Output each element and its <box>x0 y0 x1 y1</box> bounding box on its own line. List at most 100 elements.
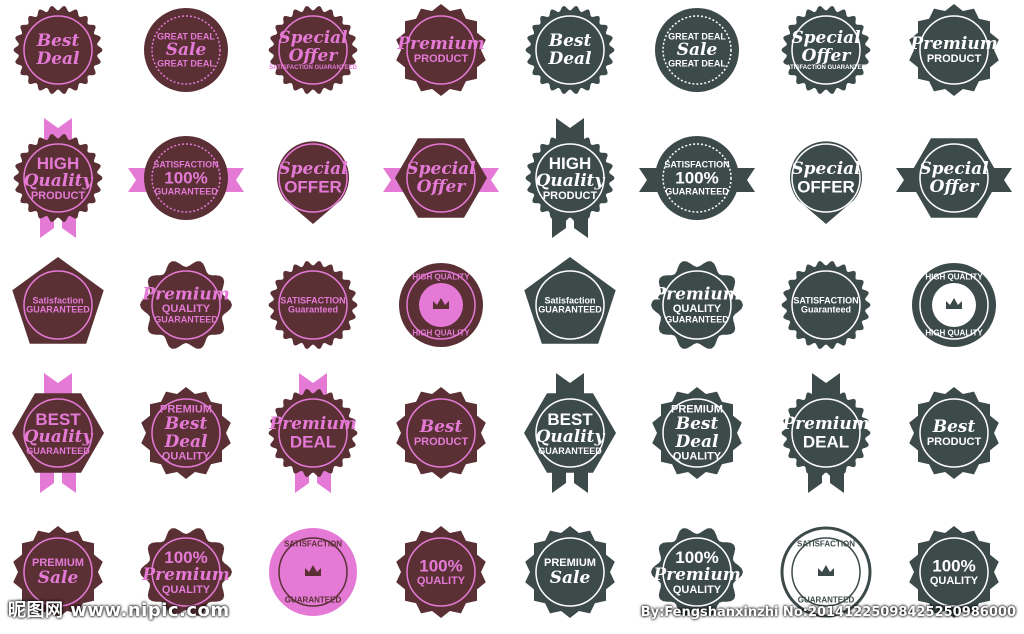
badge-text: HIGH QUALITY <box>925 273 983 282</box>
badge-shape: PremiumPRODUCT <box>396 4 486 96</box>
badge-r3c3: SATISFACTION Guaranteed <box>251 243 375 367</box>
badge-text: QUALITY <box>162 584 211 596</box>
badge-text: Deal <box>35 49 80 69</box>
badge-text: Premium <box>909 34 997 54</box>
badge-shape: HIGHQualityPRODUCT <box>525 118 615 238</box>
badge-text: SATISFACTION <box>284 540 342 549</box>
badge-text: Premium <box>141 565 229 585</box>
badge-text: Best <box>419 417 463 437</box>
badge-r2c2: SATISFACTION 100% GUARANTEED <box>124 116 248 240</box>
badge-text: GUARANTEED <box>285 596 342 605</box>
badge-r2c4: Special Offer <box>379 116 503 240</box>
badge-r5c3: SATISFACTION GUARANTEED <box>251 510 375 634</box>
badge-r1c4: Premium PRODUCT <box>379 0 503 112</box>
badge-shape: SpecialOfferSATISFACTION GUARANTEED <box>268 6 358 94</box>
badge-r3c2: Premium QUALITY GUARANTEED <box>124 243 248 367</box>
badge-r3c6: Premium QUALITY GUARANTEED <box>635 243 759 367</box>
badge-shape: GREAT DEALSaleGREAT DEAL <box>144 8 228 92</box>
badge-text: PRODUCT <box>927 53 982 65</box>
badge-r3c8: HIGH QUALITY HIGH QUALITY <box>892 243 1016 367</box>
badge-shape: BestDeal <box>525 6 615 94</box>
badge-text: Deal <box>163 432 208 452</box>
badge-text: DEAL <box>803 432 849 451</box>
badge-text: Deal <box>547 49 592 69</box>
badge-text: 100% <box>675 548 718 567</box>
badge-text: 100% <box>164 548 207 567</box>
watermark-right: By:Fengshanxinzhi No:2014122509842525098… <box>640 605 1016 620</box>
badge-text: Premium <box>652 285 740 305</box>
badge-text: SATISFACTION GUARANTEED <box>269 65 357 71</box>
badge-text: GUARANTEED <box>26 446 90 456</box>
badge-text: Quality <box>536 171 606 191</box>
badge-shape: BestPRODUCT <box>909 387 999 479</box>
badge-r3c1: Satisfaction GUARANTEED <box>0 243 120 367</box>
badge-text: Quality <box>24 171 94 191</box>
badge-text: Quality <box>536 427 606 447</box>
badge-text: GUARANTEED <box>798 596 855 605</box>
badge-r4c1: BEST Quality GUARANTEED <box>0 371 120 495</box>
badge-text: Offer <box>802 46 852 66</box>
badge-text: Premium <box>141 285 229 305</box>
badge-r4c5: BEST Quality GUARANTEED <box>508 371 632 495</box>
badge-shape: PREMIUMSale <box>525 526 615 618</box>
badge-text: GUARANTEED <box>154 187 218 197</box>
badge-text: Sale <box>166 40 207 60</box>
badge-r3c7: SATISFACTION Guaranteed <box>764 243 888 367</box>
badge-r1c1: Best Deal <box>0 0 120 112</box>
badge-shape: SpecialOfferSATISFACTION GUARANTEED <box>781 6 871 94</box>
badge-r4c7: Premium DEAL <box>764 371 888 495</box>
badge-shape: BestDeal <box>13 6 103 94</box>
badge-shape: PremiumPRODUCT <box>909 4 999 96</box>
badge-text: DEAL <box>290 432 336 451</box>
badge-shape: PREMIUMBestDealQUALITY <box>141 387 231 479</box>
badge-shape: SpecialOFFER <box>277 141 349 224</box>
badge-text: HIGH QUALITY <box>412 273 470 282</box>
badge-shape: HIGHQualityPRODUCT <box>13 118 103 238</box>
badge-r5c5: PREMIUM Sale <box>508 510 632 634</box>
badge-shape: SATISFACTION100%GUARANTEED <box>128 136 244 220</box>
badge-text: HIGH QUALITY <box>925 329 983 338</box>
badge-shape: SpecialOffer <box>383 138 499 218</box>
badge-r2c3: Special OFFER <box>251 116 375 240</box>
badge-r3c5: Satisfaction GUARANTEED <box>508 243 632 367</box>
badge-shape: PremiumDEAL <box>268 373 358 493</box>
badge-text: GUARANTEED <box>665 315 729 325</box>
badge-r5c4: 100% QUALITY <box>379 510 503 634</box>
badge-text: HIGH <box>549 154 592 173</box>
badge-text: QUALITY <box>162 303 211 315</box>
badge-r1c3: Special Offer SATISFACTION GUARANTEED <box>251 0 375 112</box>
badge-shape: SpecialOFFER <box>790 141 862 224</box>
badge-text: 100% <box>419 557 462 576</box>
badge-text: 100% <box>675 169 718 188</box>
badge-text: SATISFACTION <box>797 540 855 549</box>
badge-text: PRODUCT <box>414 436 469 448</box>
badge-text: QUALITY <box>930 575 979 587</box>
badge-text: PRODUCT <box>543 190 598 202</box>
badge-r1c7: Special Offer SATISFACTION GUARANTEED <box>764 0 888 112</box>
badge-text: 100% <box>932 557 975 576</box>
badge-text: Sale <box>550 568 591 588</box>
badge-text: QUALITY <box>673 303 722 315</box>
badge-text: Offer <box>289 46 339 66</box>
badge-text: BEST <box>547 410 593 429</box>
badge-text: Best <box>932 417 976 437</box>
badge-shape: GREAT DEALSaleGREAT DEAL <box>655 8 739 92</box>
badge-grid: Best Deal GREAT DEAL Sale GREAT DEAL Special O… <box>0 0 1024 630</box>
badge-text: Guaranteed <box>288 305 338 315</box>
badge-shape: SATISFACTION100%GUARANTEED <box>639 136 755 220</box>
badge-shape: SATISFACTION GUARANTEED <box>269 528 357 616</box>
badge-r4c2: PREMIUM Best Deal QUALITY <box>124 371 248 495</box>
badge-text: HIGH <box>37 154 80 173</box>
badge-r4c8: Best PRODUCT <box>892 371 1016 495</box>
badge-r4c6: PREMIUM Best Deal QUALITY <box>635 371 759 495</box>
badge-shape: PremiumQUALITYGUARANTEED <box>140 261 232 349</box>
badge-r2c5: HIGH Quality PRODUCT <box>508 116 632 240</box>
badge-shape: PremiumQUALITYGUARANTEED <box>651 261 743 349</box>
badge-r2c8: Special Offer <box>892 116 1016 240</box>
badge-text: PRODUCT <box>31 190 86 202</box>
badge-r1c2: GREAT DEAL Sale GREAT DEAL <box>124 0 248 112</box>
badge-text: GUARANTEED <box>26 305 90 315</box>
badge-text: GUARANTEED <box>154 315 218 325</box>
badge-text: Guaranteed <box>801 305 851 315</box>
badge-text: Sale <box>38 568 79 588</box>
